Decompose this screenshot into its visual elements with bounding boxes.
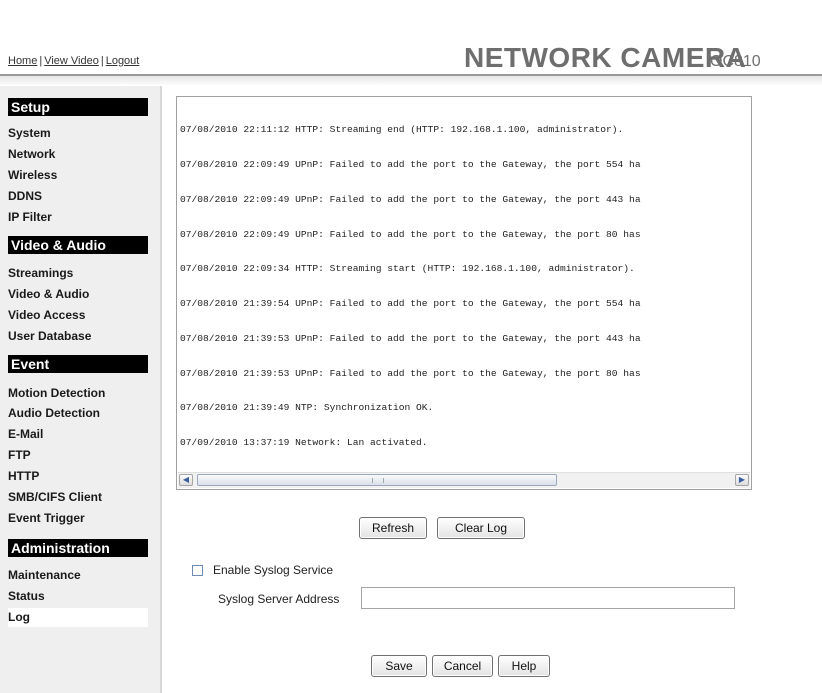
scroll-left-arrow-icon[interactable]: ◀	[179, 474, 193, 486]
log-line: 07/08/2010 22:09:49 UPnP: Failed to add …	[180, 228, 641, 240]
home-link[interactable]: Home	[8, 55, 37, 67]
sidebar-item-log[interactable]: Log	[8, 608, 148, 627]
syslog-server-label: Syslog Server Address	[218, 592, 340, 606]
sidebar-item-audio-detection[interactable]: Audio Detection	[8, 404, 148, 423]
clear-log-button[interactable]: Clear Log	[437, 517, 525, 539]
sidebar-item-motion-detection[interactable]: Motion Detection	[8, 384, 148, 403]
enable-syslog-row: Enable Syslog Service	[192, 563, 333, 577]
sidebar-divider	[160, 86, 162, 693]
sidebar-item-wireless[interactable]: Wireless	[8, 166, 148, 185]
sidebar-item-e-mail[interactable]: E-Mail	[8, 425, 148, 444]
sidebar-item-maintenance[interactable]: Maintenance	[8, 566, 148, 585]
log-line: 07/08/2010 21:39:53 UPnP: Failed to add …	[180, 367, 641, 379]
help-button[interactable]: Help	[498, 655, 550, 677]
save-button[interactable]: Save	[371, 655, 427, 677]
log-line: 07/08/2010 22:09:34 HTTP: Streaming star…	[180, 263, 635, 275]
sidebar-item-system[interactable]: System	[8, 124, 148, 143]
sidebar-item-ip-filter[interactable]: IP Filter	[8, 208, 148, 227]
brand-title: NETWORK CAMERA	[464, 42, 747, 73]
sidebar-item-event-trigger[interactable]: Event Trigger	[8, 509, 148, 528]
log-line: 07/08/2010 22:09:49 UPnP: Failed to add …	[180, 158, 641, 170]
log-line: 07/08/2010 22:09:49 UPnP: Failed to add …	[180, 193, 641, 205]
top-navigation: Home | View Video | Logout	[8, 55, 139, 67]
sidebar-item-http[interactable]: HTTP	[8, 467, 148, 486]
sidebar-item-network[interactable]: Network	[8, 145, 148, 164]
sidebar-section-event: Event	[8, 355, 148, 373]
nav-separator: |	[100, 55, 104, 67]
log-viewer[interactable]: 07/08/2010 22:11:12 HTTP: Streaming end …	[176, 96, 752, 490]
log-line: 07/08/2010 22:11:12 HTTP: Streaming end …	[180, 124, 624, 136]
log-line: 07/08/2010 21:39:49 NTP: Synchronization…	[180, 402, 434, 414]
sidebar-section-setup: Setup	[8, 98, 148, 116]
model-name: OC810	[710, 53, 761, 70]
cancel-button[interactable]: Cancel	[432, 655, 493, 677]
sidebar-item-streamings[interactable]: Streamings	[8, 264, 148, 283]
logout-link[interactable]: Logout	[106, 55, 140, 67]
sidebar-item-user-database[interactable]: User Database	[8, 327, 148, 346]
sidebar-item-ftp[interactable]: FTP	[8, 446, 148, 465]
scrollbar-grip	[372, 478, 384, 483]
sidebar-item-video-access[interactable]: Video Access	[8, 306, 148, 325]
header-shadow	[0, 76, 822, 86]
scrollbar-thumb[interactable]	[197, 474, 557, 486]
log-line: 07/08/2010 21:39:54 UPnP: Failed to add …	[180, 298, 641, 310]
sidebar-item-smb-cifs-client[interactable]: SMB/CIFS Client	[8, 488, 148, 507]
log-line: 07/08/2010 21:39:53 UPnP: Failed to add …	[180, 332, 641, 344]
log-line: 07/09/2010 13:37:19 Network: Lan activat…	[180, 437, 428, 449]
scroll-right-arrow-icon[interactable]: ▶	[735, 474, 749, 486]
sidebar-section-administration: Administration	[8, 539, 148, 557]
syslog-server-input[interactable]	[361, 587, 735, 609]
nav-separator: |	[39, 55, 43, 67]
sidebar-item-video-audio[interactable]: Video & Audio	[8, 285, 148, 304]
enable-syslog-checkbox[interactable]	[192, 565, 203, 576]
sidebar-item-status[interactable]: Status	[8, 587, 148, 606]
horizontal-scrollbar[interactable]: ◀ ▶	[178, 472, 750, 488]
enable-syslog-label: Enable Syslog Service	[213, 563, 334, 577]
view-video-link[interactable]: View Video	[44, 55, 99, 67]
log-text: 07/08/2010 22:11:12 HTTP: Streaming end …	[180, 101, 748, 473]
sidebar-section-video-audio: Video & Audio	[8, 236, 148, 254]
refresh-button[interactable]: Refresh	[359, 517, 427, 539]
sidebar-item-ddns[interactable]: DDNS	[8, 187, 148, 206]
